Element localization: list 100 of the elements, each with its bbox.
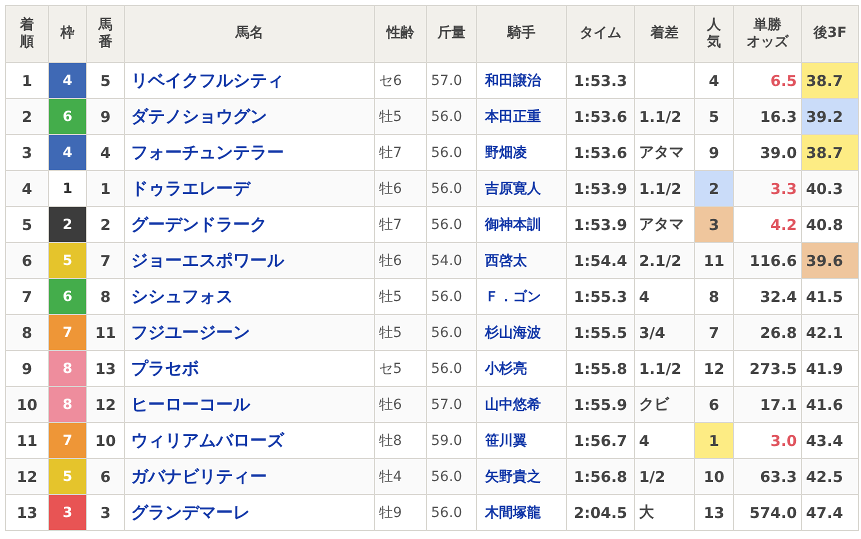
sex-age: 牡9 [374,494,426,530]
margin: 1.1/2 [634,98,694,134]
horse-name-link[interactable]: ドゥラエレーデ [124,170,374,206]
column-header: 後3F [813,25,847,42]
margin: 1.1/2 [634,170,694,206]
popularity-rank: 1 [694,422,734,458]
column-header: 着順 [20,16,34,52]
last-3f-time: 39.6 [802,242,858,278]
column-header: 単勝 [752,16,782,34]
jockey-name-link[interactable]: 本田正重 [476,98,566,134]
last-3f-time: 38.7 [802,62,858,98]
win-odds: 3.3 [734,170,802,206]
column-header: 性齢 [386,25,414,42]
last-3f-time: 47.4 [802,494,858,530]
column-header: 人気 [707,16,721,52]
margin: 3/4 [634,314,694,350]
win-odds: 116.6 [734,242,802,278]
column-header: オッズ [746,34,790,52]
weight-carried: 56.0 [426,314,476,350]
sex-age: 牡6 [374,170,426,206]
race-time: 1:55.9 [566,386,634,422]
horse-name-link[interactable]: ガバナビリティー [124,458,374,494]
last-3f-time: 39.2 [802,98,858,134]
frame-number: 7 [48,422,86,458]
last-3f-time: 40.3 [802,170,858,206]
popularity-rank: 11 [694,242,734,278]
column-header: 斤量 [438,25,466,42]
weight-carried: 54.0 [426,242,476,278]
finish-position: 8 [6,314,48,350]
race-time: 1:56.8 [566,458,634,494]
jockey-name-link[interactable]: 吉原寛人 [476,170,566,206]
horse-number: 7 [86,242,124,278]
weight-carried: 56.0 [426,494,476,530]
win-odds: 26.8 [734,314,802,350]
sex-age: 牡4 [374,458,426,494]
horse-name-link[interactable]: フジユージーン [124,314,374,350]
margin: 1/2 [634,458,694,494]
popularity-rank: 3 [694,206,734,242]
race-time: 1:53.9 [566,170,634,206]
frame-number: 1 [48,170,86,206]
last-3f-time: 38.7 [802,134,858,170]
horse-name-link[interactable]: ヒーローコール [124,386,374,422]
weight-carried: 57.0 [426,386,476,422]
margin: 2.1/2 [634,242,694,278]
weight-carried: 56.0 [426,458,476,494]
sex-age: 牡6 [374,386,426,422]
win-odds: 574.0 [734,494,802,530]
jockey-name-link[interactable]: 木間塚龍 [476,494,566,530]
frame-number: 4 [48,62,86,98]
horse-number: 12 [86,386,124,422]
frame-number: 3 [48,494,86,530]
column-header: 枠 [60,25,74,42]
finish-position: 12 [6,458,48,494]
frame-number: 5 [48,242,86,278]
weight-carried: 56.0 [426,98,476,134]
horse-number: 6 [86,458,124,494]
column-header: 着差 [650,25,678,42]
horse-name-link[interactable]: グランデマーレ [124,494,374,530]
column-header: 騎手 [508,25,536,42]
last-3f-time: 42.1 [802,314,858,350]
last-3f-time: 42.5 [802,458,858,494]
frame-number: 5 [48,458,86,494]
race-time: 1:54.4 [566,242,634,278]
frame-number: 8 [48,350,86,386]
sex-age: 牡5 [374,98,426,134]
popularity-rank: 10 [694,458,734,494]
race-time: 1:53.6 [566,98,634,134]
popularity-rank: 6 [694,386,734,422]
popularity-rank: 2 [694,170,734,206]
race-time: 1:55.5 [566,314,634,350]
popularity-rank: 13 [694,494,734,530]
margin: 大 [634,494,694,530]
weight-carried: 56.0 [426,170,476,206]
horse-name-link[interactable]: ジョーエスポワール [124,242,374,278]
jockey-name-link[interactable]: 山中悠希 [476,386,566,422]
last-3f-time: 41.6 [802,386,858,422]
jockey-name-link[interactable]: 西啓太 [476,242,566,278]
finish-position: 6 [6,242,48,278]
win-odds: 63.3 [734,458,802,494]
sex-age: 牡5 [374,314,426,350]
sex-age: 牡6 [374,242,426,278]
frame-number: 7 [48,314,86,350]
frame-number: 6 [48,98,86,134]
finish-position: 2 [6,98,48,134]
horse-number: 9 [86,98,124,134]
popularity-rank: 5 [694,98,734,134]
horse-name-link[interactable]: ダテノショウグン [124,98,374,134]
finish-position: 10 [6,386,48,422]
column-header: タイム [580,25,622,42]
frame-number: 4 [48,134,86,170]
jockey-name-link[interactable]: 矢野貴之 [476,458,566,494]
jockey-name-link[interactable]: 杉山海波 [476,314,566,350]
race-time: 2:04.5 [566,494,634,530]
margin: クビ [634,386,694,422]
horse-number: 11 [86,314,124,350]
frame-number: 2 [48,206,86,242]
frame-number: 8 [48,386,86,422]
column-header: 馬名 [236,25,264,42]
finish-position: 4 [6,170,48,206]
popularity-rank: 7 [694,314,734,350]
